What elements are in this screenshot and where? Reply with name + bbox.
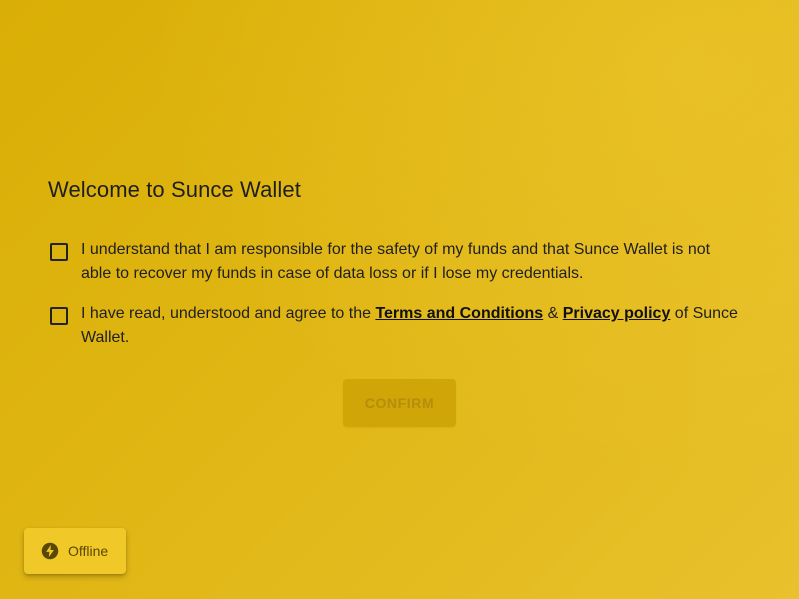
bolt-icon	[41, 542, 59, 560]
terms-link[interactable]: Terms and Conditions	[375, 305, 543, 322]
welcome-panel: Welcome to Sunce Wallet I understand tha…	[48, 172, 748, 346]
responsibility-label: I understand that I am responsible for t…	[81, 241, 711, 282]
offline-label: Offline	[68, 543, 109, 559]
terms-label: I have read, understood and agree to the…	[81, 302, 741, 350]
page-title: Welcome to Sunce Wallet	[48, 177, 301, 202]
privacy-link[interactable]: Privacy policy	[563, 305, 671, 322]
confirm-button[interactable]: CONFIRM	[343, 379, 456, 427]
terms-prefix: I have read, understood and agree to the	[81, 305, 376, 322]
terms-ampersand: &	[543, 305, 563, 322]
terms-row: I have read, understood and agree to the…	[48, 302, 741, 350]
terms-checkbox[interactable]	[50, 307, 68, 325]
responsibility-checkbox[interactable]	[50, 243, 68, 261]
offline-status-chip[interactable]: Offline	[24, 528, 126, 574]
responsibility-row: I understand that I am responsible for t…	[48, 238, 741, 286]
background	[0, 0, 799, 599]
